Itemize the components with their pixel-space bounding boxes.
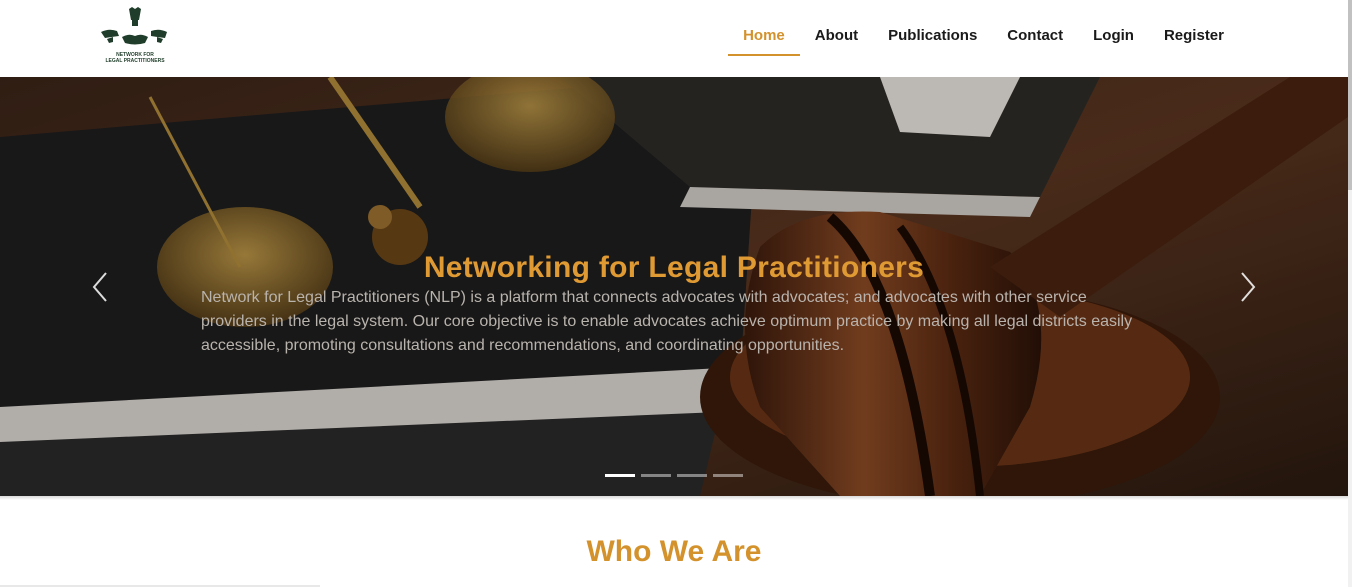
hero-title: Networking for Legal Practitioners xyxy=(423,251,925,284)
nav-home[interactable]: Home xyxy=(728,16,800,56)
carousel-prev-button[interactable] xyxy=(86,267,116,307)
carousel-next-button[interactable] xyxy=(1232,267,1262,307)
logo-emblem-icon xyxy=(101,7,167,45)
carousel-indicator-1[interactable] xyxy=(605,474,635,477)
section-title-who-we-are: Who We Are xyxy=(586,535,762,568)
chevron-right-icon xyxy=(1241,272,1256,302)
nav-login[interactable]: Login xyxy=(1078,16,1149,56)
site-logo[interactable]: NETWORK FOR LEGAL PRACTITIONERS xyxy=(99,6,171,68)
hero-description: Network for Legal Practitioners (NLP) is… xyxy=(201,289,1133,354)
carousel-indicator-2[interactable] xyxy=(641,474,671,477)
site-header: NETWORK FOR LEGAL PRACTITIONERS Home Abo… xyxy=(0,0,1348,77)
hero-carousel: Networking for Legal Practitioners Netwo… xyxy=(0,77,1348,496)
carousel-indicators xyxy=(605,474,743,477)
main-nav: Home About Publications Contact Login Re… xyxy=(728,16,1239,56)
nav-contact[interactable]: Contact xyxy=(992,16,1078,56)
logo-text: NETWORK FOR LEGAL PRACTITIONERS xyxy=(105,52,165,64)
nav-about[interactable]: About xyxy=(800,16,873,56)
scrollbar-thumb[interactable] xyxy=(1348,0,1352,190)
nav-publications[interactable]: Publications xyxy=(873,16,992,56)
page-scrollbar[interactable] xyxy=(1348,0,1352,587)
hero-divider xyxy=(0,496,1348,500)
carousel-indicator-3[interactable] xyxy=(677,474,707,477)
chevron-left-icon xyxy=(92,272,107,302)
page: NETWORK FOR LEGAL PRACTITIONERS Home Abo… xyxy=(0,0,1352,587)
nav-register[interactable]: Register xyxy=(1149,16,1239,56)
carousel-indicator-4[interactable] xyxy=(713,474,743,477)
